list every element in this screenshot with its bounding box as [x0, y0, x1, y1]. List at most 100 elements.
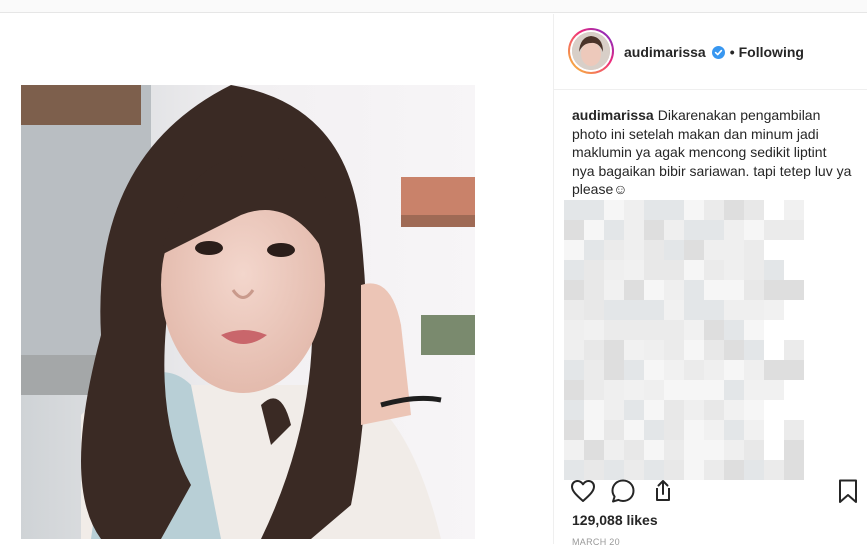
pixel-cell — [624, 220, 644, 240]
pixel-cell — [664, 280, 684, 300]
pixel-cell — [724, 300, 744, 320]
pixel-cell — [684, 260, 704, 280]
pixel-cell — [604, 440, 624, 460]
pixel-cell — [724, 420, 744, 440]
avatar[interactable] — [568, 28, 614, 74]
pixel-cell — [684, 340, 704, 360]
pixel-cell — [704, 420, 724, 440]
pixel-cell — [744, 220, 764, 240]
pixel-cell — [684, 300, 704, 320]
like-button[interactable] — [569, 477, 597, 505]
pixel-cell — [584, 200, 604, 220]
pixel-cell — [564, 320, 584, 340]
post-caption: audimarissa Dikarenakan pengambilan photo… — [572, 106, 852, 199]
pixel-cell — [784, 440, 804, 460]
post-photo[interactable] — [21, 85, 475, 539]
pixel-cell — [584, 440, 604, 460]
pixel-cell — [764, 280, 784, 300]
pixel-cell — [724, 200, 744, 220]
pixel-cell — [684, 400, 704, 420]
pixel-cell — [664, 320, 684, 340]
pixel-cell — [684, 220, 704, 240]
pixel-cell — [604, 240, 624, 260]
pixel-cell — [744, 380, 764, 400]
pixel-cell — [744, 240, 764, 260]
pixel-cell — [604, 380, 624, 400]
pixel-cell — [564, 240, 584, 260]
pixel-cell — [664, 220, 684, 240]
save-button[interactable] — [834, 477, 862, 505]
pixel-cell — [784, 420, 804, 440]
post-header: audimarissa • Following — [554, 14, 867, 90]
pixel-cell — [604, 220, 624, 240]
pixel-cell — [604, 340, 624, 360]
pixel-cell — [744, 300, 764, 320]
caption-username[interactable]: audimarissa — [572, 107, 654, 123]
pixel-cell — [584, 260, 604, 280]
post-actions — [554, 474, 867, 514]
pixel-cell — [584, 380, 604, 400]
pixel-cell — [584, 420, 604, 440]
pixel-cell — [564, 380, 584, 400]
pixel-cell — [564, 420, 584, 440]
pixel-cell — [784, 280, 804, 300]
pixel-cell — [644, 380, 664, 400]
pixel-cell — [644, 220, 664, 240]
pixel-cell — [744, 440, 764, 460]
pixel-cell — [704, 240, 724, 260]
pixel-cell — [684, 240, 704, 260]
comment-icon — [611, 479, 635, 503]
separator-dot: • — [729, 44, 735, 60]
share-button[interactable] — [648, 477, 676, 505]
pixel-cell — [604, 400, 624, 420]
pixel-cell — [784, 360, 804, 380]
comment-button[interactable] — [609, 477, 637, 505]
pixel-cell — [744, 340, 764, 360]
pixel-cell — [624, 420, 644, 440]
pixel-cell — [704, 280, 724, 300]
bookmark-icon — [839, 479, 857, 503]
pixel-cell — [564, 300, 584, 320]
pixel-cell — [764, 220, 784, 240]
author-username[interactable]: audimarissa — [624, 44, 706, 61]
pixel-cell — [704, 340, 724, 360]
pixel-cell — [744, 420, 764, 440]
pixel-cell — [584, 240, 604, 260]
pixel-cell — [724, 320, 744, 340]
pixel-cell — [664, 380, 684, 400]
pixel-cell — [564, 340, 584, 360]
pixel-cell — [664, 400, 684, 420]
pixel-cell — [704, 220, 724, 240]
pixel-cell — [664, 340, 684, 360]
following-button[interactable]: Following — [739, 44, 804, 61]
pixel-cell — [644, 340, 664, 360]
likes-count[interactable]: 129,088 likes — [572, 512, 658, 528]
pixel-cell — [564, 260, 584, 280]
pixel-cell — [644, 440, 664, 460]
post-date[interactable]: MARCH 20 — [572, 537, 620, 547]
pixel-cell — [584, 360, 604, 380]
pixel-cell — [624, 240, 644, 260]
pixel-cell — [644, 300, 664, 320]
pixel-cell — [684, 440, 704, 460]
pixel-cell — [684, 360, 704, 380]
pixel-cell — [624, 440, 644, 460]
pixel-cell — [644, 240, 664, 260]
pixel-cell — [724, 440, 744, 460]
pixel-cell — [644, 320, 664, 340]
pixel-cell — [584, 400, 604, 420]
pixel-cell — [704, 440, 724, 460]
pixel-cell — [744, 360, 764, 380]
pixel-cell — [724, 360, 744, 380]
pixel-cell — [564, 400, 584, 420]
pixel-cell — [604, 320, 624, 340]
verified-badge-icon — [711, 46, 725, 59]
pixel-cell — [684, 320, 704, 340]
pixel-cell — [584, 220, 604, 240]
pixel-cell — [744, 320, 764, 340]
pixel-cell — [624, 340, 644, 360]
pixel-cell — [704, 260, 724, 280]
post-sidebar: audimarissa • Following audimarissa Dikar… — [553, 14, 867, 547]
pixel-cell — [764, 260, 784, 280]
pixel-cell — [644, 360, 664, 380]
